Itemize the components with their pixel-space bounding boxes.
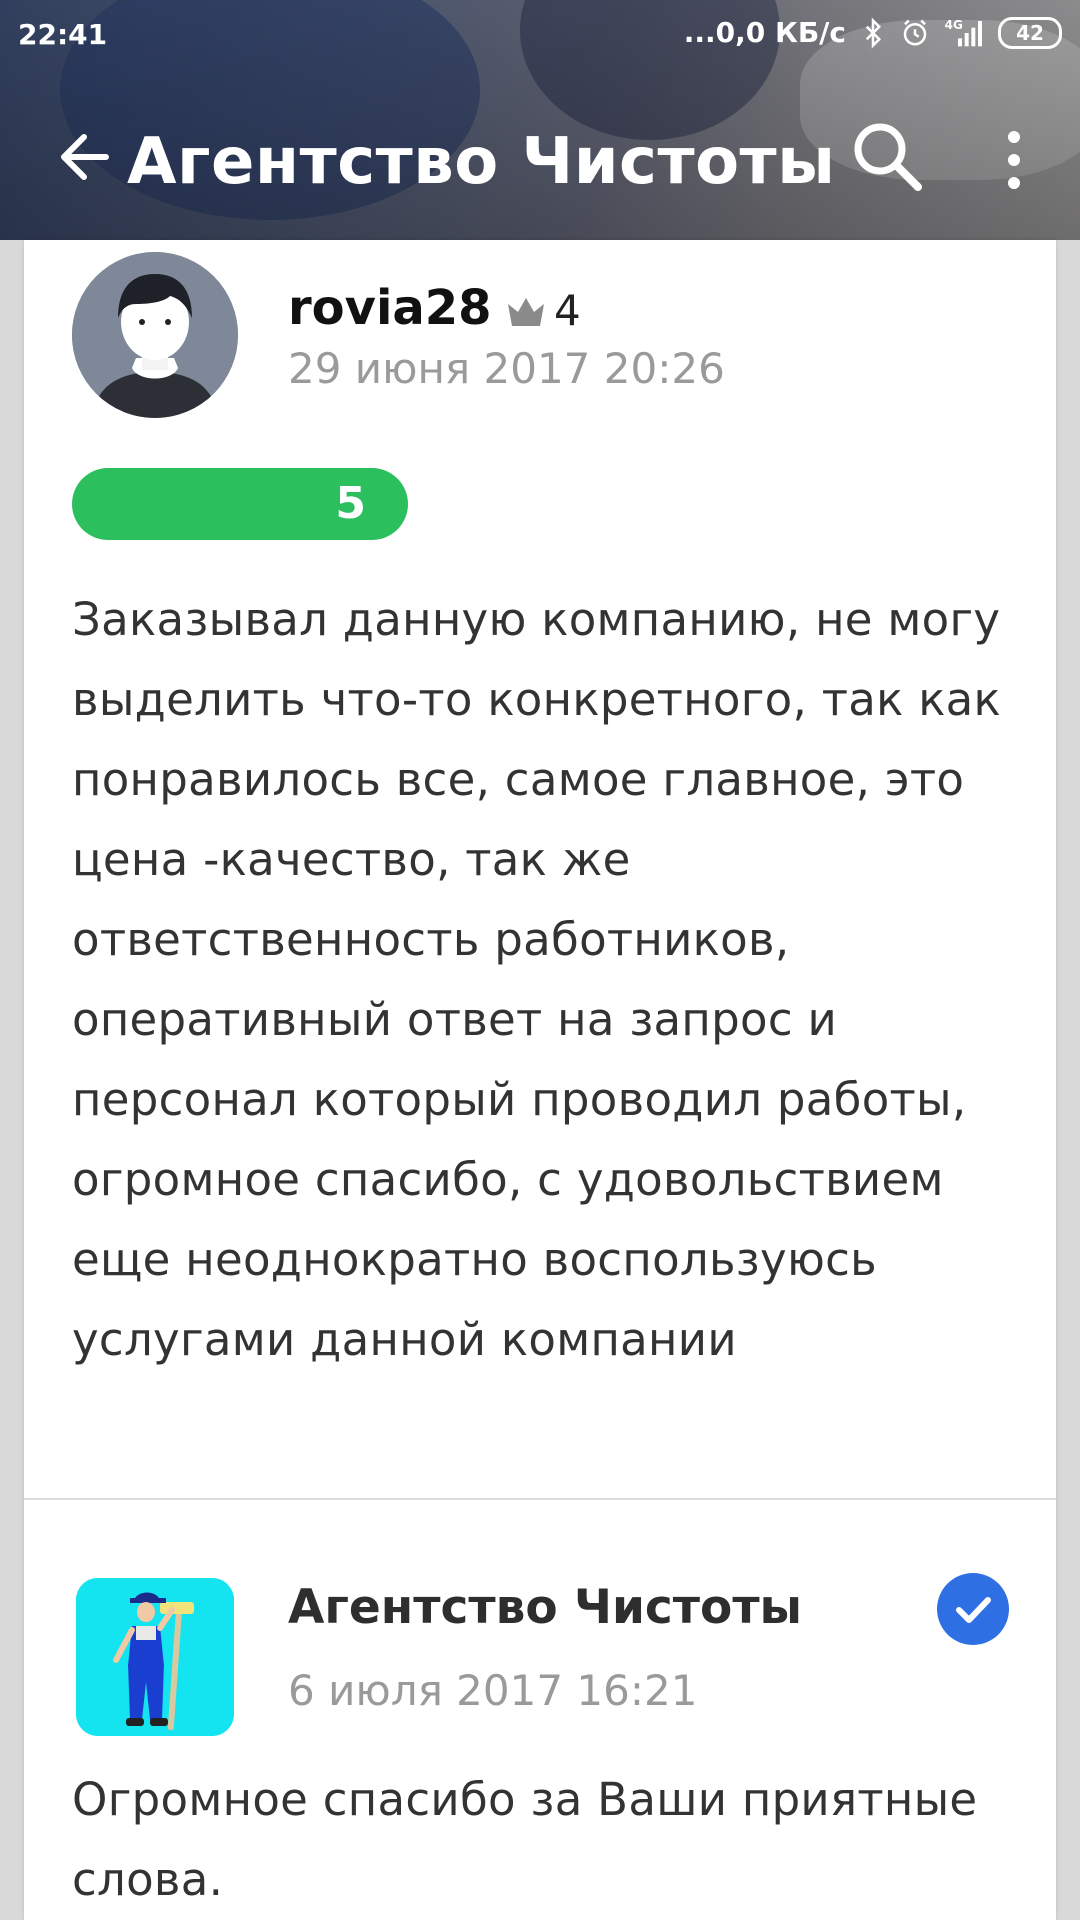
alarm-icon (903, 19, 927, 45)
rating-value: 5 (335, 478, 366, 529)
more-vertical-icon[interactable] (990, 125, 1038, 195)
review-text: Заказывал данную компанию, не могу выдел… (72, 593, 1002, 1366)
bluetooth-icon (865, 16, 882, 49)
review-date: 29 июня 2017 20:26 (288, 344, 725, 393)
page-title: Агентство Чистоты (127, 125, 836, 199)
rating-badge: 5 (72, 468, 408, 540)
search-icon[interactable] (848, 117, 928, 197)
reply-author-name[interactable]: Агентство Чистоты (288, 1580, 802, 1635)
battery-indicator: 42 (998, 16, 1062, 49)
review-author-name[interactable]: rovia28 (288, 280, 492, 336)
reply-text: Огромное спасибо за Ваши приятные слова. (72, 1773, 978, 1906)
verified-check-icon (937, 1573, 1009, 1645)
review-card: rovia28 4 29 июня 2017 20:26 5 Заказывал… (24, 240, 1056, 1920)
app-bar: Агентство Чистоты (0, 95, 1080, 225)
network-speed: ...0,0 КБ/с (683, 16, 846, 49)
status-time: 22:41 (18, 18, 108, 51)
company-logo[interactable] (76, 1578, 234, 1736)
crown-icon (508, 298, 544, 326)
status-icons: ...0,0 КБ/с 4G 42 (684, 16, 1062, 49)
network-type-label: 4G (945, 18, 963, 32)
reply-date: 6 июля 2017 16:21 (288, 1666, 698, 1715)
author-rank: 4 (554, 286, 581, 335)
header-background: 22:41 ...0,0 КБ/с 4G 42 Агентство Чистот… (0, 0, 1080, 240)
default-user-avatar-icon (72, 252, 238, 418)
status-bar: 22:41 ...0,0 КБ/с 4G 42 (0, 0, 1080, 70)
avatar[interactable] (72, 252, 238, 418)
divider (24, 1498, 1056, 1500)
signal-icon: 4G (945, 18, 982, 46)
back-arrow-icon[interactable] (52, 125, 116, 189)
cleaner-logo-icon (76, 1578, 234, 1736)
